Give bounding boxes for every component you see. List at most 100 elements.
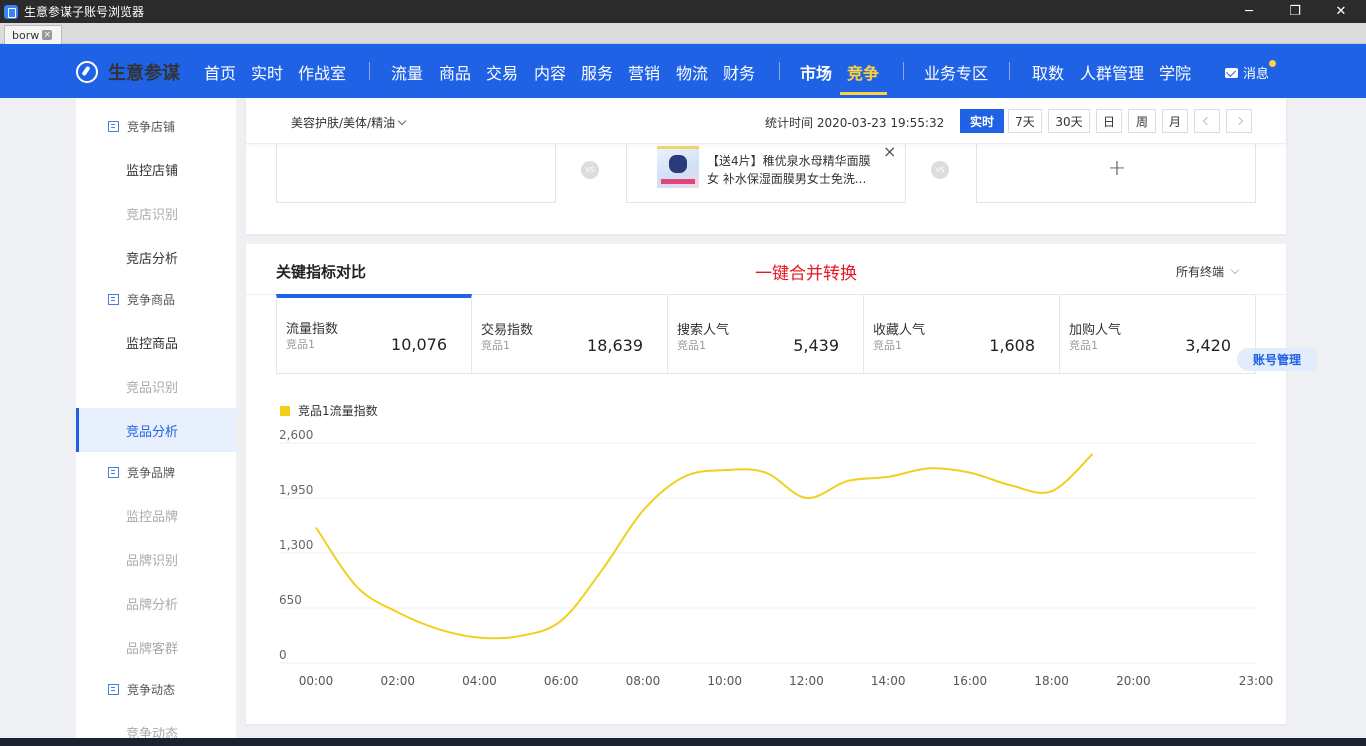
tab-label: borw (12, 28, 40, 42)
x-tick-label: 10:00 (707, 674, 742, 688)
y-tick-label: 1,300 (279, 538, 313, 552)
remove-product-icon[interactable]: × (883, 142, 896, 161)
messages-button[interactable]: 消息 (1225, 60, 1277, 82)
time-btn-week[interactable]: 周 (1128, 109, 1156, 133)
chevron-right-icon (1234, 116, 1244, 126)
x-tick-label: 08:00 (626, 674, 661, 688)
logo-text: 生意参谋 (108, 63, 180, 84)
sidebar-group-product[interactable]: 竞争商品 (76, 277, 236, 321)
nav-marketing[interactable]: 营销 (628, 60, 660, 84)
x-tick-label: 18:00 (1034, 674, 1069, 688)
sidebar-group-shop[interactable]: 竞争店铺 (76, 104, 236, 148)
prev-period-button[interactable] (1194, 109, 1220, 133)
nav-products[interactable]: 商品 (439, 60, 471, 84)
unread-dot (1269, 60, 1277, 67)
series-line (315, 453, 1094, 640)
nav-audience[interactable]: 人群管理 (1080, 60, 1144, 84)
metric-card-cart[interactable]: 加购人气 竞品1 3,420 (1060, 294, 1256, 374)
compass-icon (76, 61, 98, 83)
account-management-tag[interactable]: 账号管理 (1237, 348, 1317, 371)
y-tick-label: 1,950 (279, 483, 313, 497)
time-btn-7d[interactable]: 7天 (1008, 109, 1042, 133)
sidebar-item-shop-identify[interactable]: 竞店识别 (76, 191, 236, 235)
category-label: 美容护肤/美体/精油 (291, 116, 396, 130)
x-tick-label: 00:00 (299, 674, 334, 688)
compare-slot-2[interactable]: 【送4片】稚优泉水母精华面膜女 补水保湿面膜男女士免洗... × (626, 142, 906, 203)
nav-market[interactable]: 市场 (800, 60, 832, 84)
sidebar-item-monitor-product[interactable]: 监控商品 (76, 320, 236, 364)
x-tick-label: 02:00 (380, 674, 415, 688)
metric-card-traffic[interactable]: 流量指数 竞品1 10,076 (276, 294, 472, 374)
sidebar-group-brand[interactable]: 竞争品牌 (76, 450, 236, 494)
time-btn-realtime[interactable]: 实时 (960, 109, 1004, 133)
panel-title: 关键指标对比 (276, 263, 367, 281)
next-period-button[interactable] (1226, 109, 1252, 133)
vs-badge: VS (581, 161, 599, 179)
nav-compete[interactable]: 竞争 (847, 60, 879, 84)
product-title[interactable]: 【送4片】稚优泉水母精华面膜女 补水保湿面膜男女士免洗... (707, 152, 879, 188)
os-taskbar (0, 738, 1366, 746)
nav-trade[interactable]: 交易 (486, 60, 518, 84)
x-tick-label: 14:00 (871, 674, 906, 688)
nav-home[interactable]: 首页 (204, 60, 236, 84)
sidebar-item-monitor-shop[interactable]: 监控店铺 (76, 147, 236, 191)
close-window-button[interactable]: ✕ (1318, 0, 1364, 23)
x-tick-label: 04:00 (462, 674, 497, 688)
filter-bar: 美容护肤/美体/精油 统计时间 2020-03-23 19:55:32 实时 7… (246, 98, 1286, 144)
chevron-down-icon (1230, 265, 1240, 275)
x-tick-label: 06:00 (544, 674, 579, 688)
nav-finance[interactable]: 财务 (723, 60, 755, 84)
sidebar-item-monitor-brand[interactable]: 监控品牌 (76, 493, 236, 537)
tab-close-icon[interactable]: × (42, 30, 53, 40)
sidebar-item-brand-audience[interactable]: 品牌客群 (76, 625, 236, 669)
time-btn-30d[interactable]: 30天 (1048, 109, 1090, 133)
restore-button[interactable]: ❐ (1272, 0, 1318, 23)
merge-convert-link[interactable]: 一键合并转换 (755, 259, 857, 284)
building-icon (108, 683, 119, 695)
sidebar-item-product-analysis[interactable]: 竞品分析 (76, 408, 236, 452)
nav-separator (369, 62, 370, 80)
minimize-button[interactable]: ─ (1226, 0, 1272, 23)
add-product-icon[interactable]: + (977, 156, 1257, 181)
legend-label: 竞品1流量指数 (298, 403, 378, 418)
compare-slot-1[interactable] (276, 144, 556, 203)
brand-logo[interactable]: 生意参谋 (76, 59, 180, 85)
nav-war-room[interactable]: 作战室 (298, 60, 346, 84)
nav-realtime[interactable]: 实时 (251, 60, 283, 84)
nav-traffic[interactable]: 流量 (391, 60, 423, 84)
browser-tab[interactable]: borw × (4, 25, 62, 44)
metric-card-search[interactable]: 搜索人气 竞品1 5,439 (668, 294, 864, 374)
building-icon (108, 120, 119, 132)
sidebar-group-dynamics[interactable]: 竞争动态 (76, 667, 236, 711)
stat-time: 统计时间 2020-03-23 19:55:32 (765, 116, 945, 130)
nav-business-zone[interactable]: 业务专区 (924, 60, 988, 84)
sidebar-item-shop-analysis[interactable]: 竞店分析 (76, 235, 236, 279)
sidebar-item-brand-identify[interactable]: 品牌识别 (76, 537, 236, 581)
category-selector[interactable]: 美容护肤/美体/精油 (291, 114, 407, 131)
sidebar-item-brand-analysis[interactable]: 品牌分析 (76, 581, 236, 625)
window-title: 生意参谋子账号浏览器 (24, 5, 145, 19)
nav-content[interactable]: 内容 (534, 60, 566, 84)
messages-label: 消息 (1243, 67, 1270, 82)
chevron-down-icon (397, 116, 407, 126)
nav-logistics[interactable]: 物流 (676, 60, 708, 84)
product-thumbnail[interactable] (657, 146, 699, 188)
nav-service[interactable]: 服务 (581, 60, 613, 84)
legend-swatch (280, 406, 290, 416)
time-btn-day[interactable]: 日 (1096, 109, 1122, 133)
window-title-bar: 生意参谋子账号浏览器 (0, 0, 1366, 23)
metric-card-favorite[interactable]: 收藏人气 竞品1 1,608 (864, 294, 1060, 374)
metric-card-trade[interactable]: 交易指数 竞品1 18,639 (472, 294, 668, 374)
nav-academy[interactable]: 学院 (1159, 60, 1191, 84)
compare-slot-3[interactable]: + (976, 144, 1256, 203)
nav-separator (1009, 62, 1010, 80)
x-tick-label: 20:00 (1116, 674, 1151, 688)
nav-fetch-data[interactable]: 取数 (1032, 60, 1064, 84)
time-btn-month[interactable]: 月 (1162, 109, 1188, 133)
x-tick-label: 16:00 (953, 674, 988, 688)
app-icon (4, 4, 18, 19)
traffic-line-chart: 竞品1流量指数 0 650 1,300 1,950 2,600 00:00 02:00 04… (279, 403, 1273, 688)
sidebar-item-product-identify[interactable]: 竞品识别 (76, 364, 236, 408)
y-tick-label: 650 (279, 593, 302, 607)
terminal-selector[interactable]: 所有终端 (1176, 263, 1240, 280)
